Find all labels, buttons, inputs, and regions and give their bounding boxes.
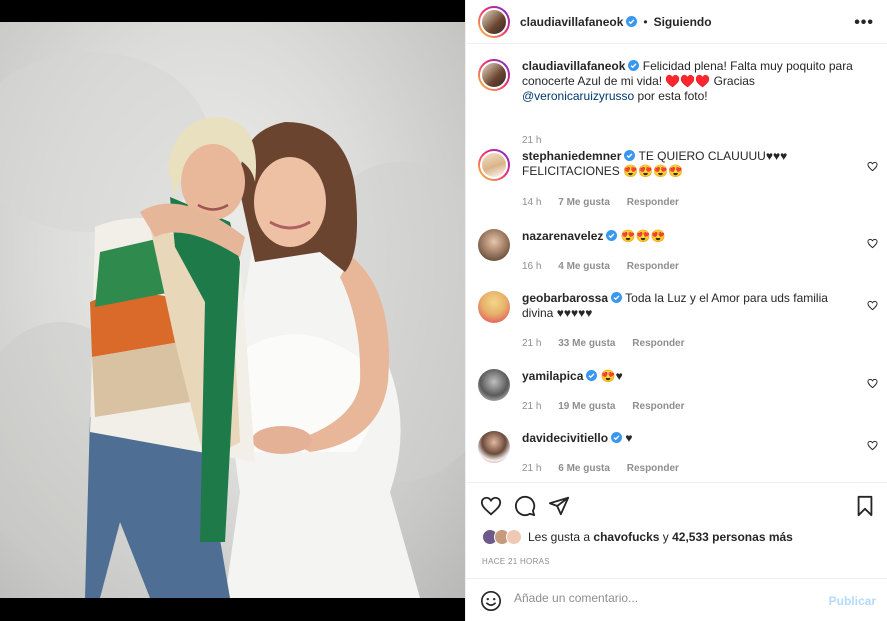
liker-username[interactable]: chavofucks: [593, 530, 659, 544]
heart-icon[interactable]: [480, 495, 502, 517]
likes-prefix: Les gusta a: [528, 530, 594, 544]
comment-username[interactable]: davidecivitiello: [522, 431, 608, 445]
post-side-panel: claudiavillafaneok • Siguiendo ••• claud…: [465, 0, 887, 621]
comment-like-count[interactable]: 19 Me gusta: [558, 401, 615, 412]
post-actions: Les gusta a chavofucks y 42,533 personas…: [466, 482, 887, 578]
following-button[interactable]: Siguiendo: [654, 15, 712, 29]
comment-time[interactable]: 21 h: [522, 338, 541, 349]
emoji-icon[interactable]: [480, 590, 502, 612]
verified-badge-icon: [611, 432, 623, 443]
verified-badge-icon: [628, 60, 640, 71]
comment-time[interactable]: 21 h: [522, 463, 541, 474]
comment-text: davidecivitiello ♥: [522, 431, 842, 446]
separator-dot: •: [643, 14, 648, 29]
comment-text: stephaniedemner TE QUIERO CLAUUUU♥♥♥ FEL…: [522, 149, 842, 179]
comment-meta: 16 h 4 Me gusta Responder: [522, 261, 693, 272]
comment-meta: 21 h 33 Me gusta Responder: [522, 338, 699, 349]
caption-text: claudiavillafaneok Felicidad plena! Falt…: [522, 59, 862, 104]
comment-like-count[interactable]: 33 Me gusta: [558, 338, 615, 349]
comment-meta: 21 h 19 Me gusta Responder: [522, 401, 699, 412]
comment-like-heart-icon[interactable]: [867, 161, 878, 172]
comment-icon[interactable]: [514, 495, 536, 517]
add-comment-bar: Publicar: [466, 578, 887, 621]
comment-text: yamilapica 😍♥: [522, 369, 842, 384]
comment-item: yamilapica 😍♥ 21 h 19 Me gusta Responder: [478, 369, 878, 413]
caption-body-end: por esta foto!: [634, 89, 708, 103]
commenter-avatar[interactable]: [478, 229, 510, 261]
comment-username[interactable]: stephaniedemner: [522, 149, 621, 163]
comment-item: geobarbarossa Toda la Luz y el Amor para…: [478, 291, 878, 353]
post-timestamp[interactable]: HACE 21 HORAS: [482, 557, 550, 566]
publish-button[interactable]: Publicar: [829, 594, 876, 608]
comment-time[interactable]: 21 h: [522, 401, 541, 412]
comment-item: nazarenavelez 😍😍😍 16 h 4 Me gusta Respon…: [478, 229, 878, 273]
author-avatar[interactable]: [478, 5, 510, 38]
verified-badge-icon: [606, 230, 618, 241]
commenter-avatar[interactable]: [478, 291, 510, 323]
likes-count-link[interactable]: 42,533 personas más: [672, 530, 793, 544]
comment-like-count[interactable]: 4 Me gusta: [558, 261, 610, 272]
post-media-panel: [0, 0, 465, 621]
post-photo[interactable]: [0, 22, 465, 598]
comments-list: claudiavillafaneok Felicidad plena! Falt…: [466, 45, 887, 482]
verified-badge-icon: [626, 16, 638, 27]
comment-reply-button[interactable]: Responder: [627, 261, 679, 272]
likes-text: Les gusta a chavofucks y 42,533 personas…: [528, 530, 793, 544]
likes-summary: Les gusta a chavofucks y 42,533 personas…: [482, 529, 793, 545]
comment-item: davidecivitiello ♥ 21 h 6 Me gusta Respo…: [478, 431, 878, 475]
caption-mention-link[interactable]: @veronicaruizyrusso: [522, 89, 634, 103]
comment-body: 😍😍😍: [620, 229, 666, 243]
comment-like-heart-icon[interactable]: [867, 378, 878, 389]
comment-input[interactable]: [514, 591, 814, 605]
verified-badge-icon: [611, 292, 623, 303]
commenter-avatar[interactable]: [478, 431, 510, 463]
comment-time[interactable]: 16 h: [522, 261, 541, 272]
caption-time[interactable]: 21 h: [522, 135, 541, 146]
comment-username[interactable]: nazarenavelez: [522, 229, 603, 243]
post-header: claudiavillafaneok • Siguiendo •••: [466, 0, 887, 44]
comment-like-heart-icon[interactable]: [867, 300, 878, 311]
comment-like-heart-icon[interactable]: [867, 238, 878, 249]
author-username[interactable]: claudiavillafaneok: [520, 15, 623, 29]
comment-reply-button[interactable]: Responder: [627, 463, 679, 474]
liker-avatar: [506, 529, 522, 545]
caption-meta: 21 h: [522, 135, 555, 146]
verified-badge-icon: [586, 370, 598, 381]
paper-plane-icon[interactable]: [548, 495, 570, 517]
comment-text: geobarbarossa Toda la Luz y el Amor para…: [522, 291, 842, 321]
caption-username[interactable]: claudiavillafaneok: [522, 59, 625, 73]
comment-body: ♥: [625, 431, 633, 445]
comment-reply-button[interactable]: Responder: [632, 401, 684, 412]
commenter-avatar[interactable]: [478, 369, 510, 401]
comment-username[interactable]: geobarbarossa: [522, 291, 608, 305]
comment-item: stephaniedemner TE QUIERO CLAUUUU♥♥♥ FEL…: [478, 149, 878, 211]
comment-meta: 14 h 7 Me gusta Responder: [522, 197, 693, 208]
comment-like-heart-icon[interactable]: [867, 440, 878, 451]
more-options-icon[interactable]: •••: [854, 14, 874, 32]
comment-reply-button[interactable]: Responder: [627, 197, 679, 208]
verified-badge-icon: [624, 150, 636, 161]
comment-body: 😍♥: [600, 369, 623, 383]
comment-reply-button[interactable]: Responder: [632, 338, 684, 349]
photo-illustration: [0, 52, 465, 598]
likes-middle: y: [659, 530, 673, 544]
comment-like-count[interactable]: 7 Me gusta: [558, 197, 610, 208]
bookmark-icon[interactable]: [854, 495, 876, 517]
comment-meta: 21 h 6 Me gusta Responder: [522, 463, 693, 474]
commenter-avatar[interactable]: [478, 149, 510, 181]
comment-username[interactable]: yamilapica: [522, 369, 583, 383]
comment-text: nazarenavelez 😍😍😍: [522, 229, 842, 244]
comment-time[interactable]: 14 h: [522, 197, 541, 208]
caption-author-avatar[interactable]: [478, 59, 510, 91]
caption: claudiavillafaneok Felicidad plena! Falt…: [478, 59, 878, 146]
comment-like-count[interactable]: 6 Me gusta: [558, 463, 610, 474]
